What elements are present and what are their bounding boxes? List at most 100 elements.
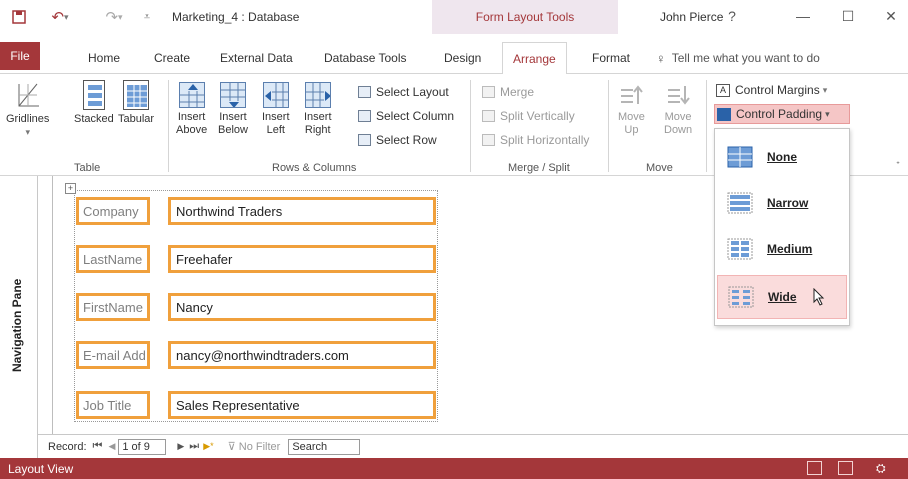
customize-qat-icon[interactable]: ⩡ <box>140 6 154 28</box>
maximize-button[interactable]: ☐ <box>829 4 867 28</box>
collapse-ribbon-icon[interactable]: ᐩ <box>896 160 900 171</box>
email-field[interactable]: nancy@northwindtraders.com <box>168 341 436 369</box>
tab-home[interactable]: Home <box>78 42 130 74</box>
context-tab-title: Form Layout Tools <box>432 0 618 34</box>
gridlines-button[interactable]: Gridlines ▾ <box>6 80 49 139</box>
tabular-button[interactable]: Tabular <box>118 80 154 126</box>
padding-none-icon <box>727 146 753 168</box>
first-record-icon[interactable]: ⏮ <box>93 440 103 453</box>
table-group-label: Table <box>74 162 101 174</box>
title-bar: ↶ ▾ ↷ ▾ ⩡ Marketing_4 : Database Form La… <box>0 0 908 34</box>
gridlines-label: Gridlines <box>6 113 50 125</box>
gridlines-dropdown-icon: ▾ <box>25 127 30 137</box>
control-margins-dropdown-icon: ▾ <box>822 84 828 95</box>
padding-narrow-icon <box>727 192 753 214</box>
select-row-button[interactable]: Select Row <box>358 130 437 150</box>
control-padding-menu: None Narrow Medium Wide <box>714 128 850 326</box>
group-divider <box>470 80 471 172</box>
padding-option-wide[interactable]: Wide <box>717 275 847 319</box>
email-label[interactable]: E-mail Add <box>76 341 150 369</box>
group-divider <box>168 80 169 172</box>
merge-icon <box>482 86 495 98</box>
select-layout-button[interactable]: Select Layout <box>358 82 449 102</box>
design-view-icon[interactable]: ⛭ <box>876 461 891 475</box>
company-field[interactable]: Northwind Traders <box>168 197 436 225</box>
padding-option-none[interactable]: None <box>717 135 847 179</box>
move-down-button[interactable]: Move Down <box>664 82 692 137</box>
layout-move-handle-icon[interactable]: + <box>65 183 76 194</box>
insert-right-icon <box>304 82 331 108</box>
group-divider <box>608 80 609 172</box>
insert-above-label-1: Insert <box>177 111 206 123</box>
split-horizontally-button[interactable]: Split Horizontally <box>482 130 589 150</box>
control-padding-button[interactable]: Control Padding ▾ <box>714 104 850 124</box>
select-row-icon <box>358 134 371 146</box>
tab-create[interactable]: Create <box>144 42 200 74</box>
padding-option-narrow[interactable]: Narrow <box>717 181 847 225</box>
padding-none-label: None <box>767 150 797 164</box>
firstname-label[interactable]: FirstName <box>76 293 150 321</box>
no-filter-button[interactable]: ⊽ No Filter <box>228 440 281 453</box>
stacked-button[interactable]: Stacked <box>74 80 114 126</box>
merge-button[interactable]: Merge <box>482 82 534 102</box>
search-input[interactable]: Search <box>288 438 361 455</box>
control-padding-dropdown-icon: ▾ <box>825 108 830 119</box>
split-vertically-label: Split Vertically <box>500 109 575 123</box>
close-button[interactable]: ✕ <box>872 4 908 28</box>
lastname-field[interactable]: Freehafer <box>168 245 436 273</box>
mouse-cursor-icon <box>813 288 824 306</box>
insert-below-icon <box>219 82 246 108</box>
tab-database-tools[interactable]: Database Tools <box>314 42 417 74</box>
next-record-icon[interactable]: ▶ <box>177 441 184 452</box>
status-view-label: Layout View <box>8 461 74 476</box>
tab-design[interactable]: Design <box>434 42 491 74</box>
insert-right-label-1: Insert <box>304 111 332 123</box>
padding-wide-label: Wide <box>768 290 797 304</box>
insert-left-label-2: Left <box>266 124 285 136</box>
prev-record-icon[interactable]: ◀ <box>108 441 115 452</box>
save-icon[interactable] <box>8 6 30 28</box>
select-layout-label: Select Layout <box>376 85 449 99</box>
redo-icon[interactable]: ↷ ▾ <box>96 6 132 28</box>
layout-view-icon[interactable] <box>838 461 853 475</box>
filter-icon: ⊽ <box>227 441 236 453</box>
tab-arrange[interactable]: Arrange <box>502 42 567 75</box>
padding-option-medium[interactable]: Medium <box>717 227 847 271</box>
user-name[interactable]: John Pierce <box>660 10 723 24</box>
padding-narrow-label: Narrow <box>767 196 809 210</box>
window-title: Marketing_4 : Database <box>172 10 300 24</box>
job-title-label[interactable]: Job Title <box>76 391 150 419</box>
padding-medium-label: Medium <box>767 242 813 256</box>
navigation-pane[interactable]: Navigation Pane <box>0 176 38 458</box>
lastname-label[interactable]: LastName <box>76 245 150 273</box>
insert-above-button[interactable]: Insert Above <box>176 82 207 137</box>
tabular-icon <box>123 80 150 110</box>
undo-icon[interactable]: ↶ ▾ <box>42 6 78 28</box>
last-record-icon[interactable]: ⏭ <box>189 440 199 453</box>
rows-columns-group-label: Rows & Columns <box>272 162 357 174</box>
help-button[interactable]: ? <box>722 4 742 28</box>
split-vertically-button[interactable]: Split Vertically <box>482 106 575 126</box>
insert-below-button[interactable]: Insert Below <box>218 82 248 137</box>
record-position-field[interactable]: 1 of 9 <box>118 438 167 455</box>
new-record-icon[interactable]: ▶* <box>203 441 213 452</box>
tab-file[interactable]: File <box>0 42 40 70</box>
select-layout-icon <box>358 86 371 98</box>
tell-me-box[interactable]: ♀ Tell me what you want to do <box>646 42 830 74</box>
minimize-button[interactable]: — <box>784 4 822 28</box>
stacked-icon <box>82 80 105 110</box>
insert-left-button[interactable]: Insert Left <box>262 82 290 137</box>
job-title-field[interactable]: Sales Representative <box>168 391 436 419</box>
firstname-field[interactable]: Nancy <box>168 293 436 321</box>
tab-format[interactable]: Format <box>582 42 640 74</box>
tab-external-data[interactable]: External Data <box>210 42 303 74</box>
insert-right-button[interactable]: Insert Right <box>304 82 332 137</box>
form-view-icon[interactable] <box>807 461 822 475</box>
select-column-button[interactable]: Select Column <box>358 106 454 126</box>
control-margins-button[interactable]: A Control Margins ▾ <box>716 80 827 100</box>
move-up-button[interactable]: Move Up <box>618 82 645 137</box>
company-label[interactable]: Company <box>76 197 150 225</box>
insert-above-icon <box>178 82 205 108</box>
insert-left-icon <box>262 82 289 108</box>
stacked-label: Stacked <box>74 113 114 125</box>
